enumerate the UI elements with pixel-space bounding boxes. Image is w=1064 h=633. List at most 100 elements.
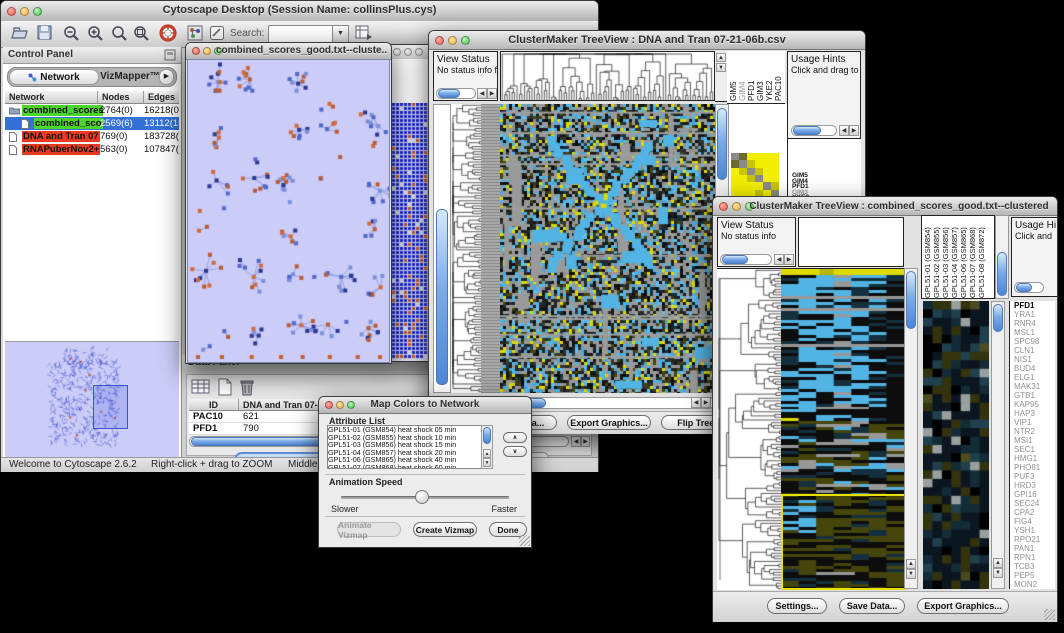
- tv2-row-dendrogram[interactable]: [717, 268, 781, 590]
- gene-label[interactable]: SEC1: [1014, 445, 1055, 454]
- matrix-cell[interactable]: [755, 153, 763, 160]
- matrix-cell[interactable]: [731, 160, 739, 167]
- scroll-down-icon[interactable]: ▼: [906, 569, 916, 579]
- col-edges[interactable]: Edges: [144, 91, 179, 104]
- scroll-right-icon[interactable]: ▶: [784, 254, 794, 265]
- table-grid-icon[interactable]: [191, 378, 211, 396]
- treeview2-titlebar[interactable]: ClusterMaker TreeView : combined_scores_…: [713, 197, 1057, 216]
- gene-label[interactable]: NTR2: [1014, 427, 1055, 436]
- tv2-labels-vscroll-thumb[interactable]: [997, 252, 1007, 296]
- gene-label[interactable]: PFD1: [1014, 301, 1055, 310]
- tv1-row-dendrogram[interactable]: [451, 104, 481, 393]
- tv2-vscrollbar[interactable]: ▲ ▼: [904, 268, 918, 589]
- matrix-cell[interactable]: [763, 160, 771, 167]
- resize-grip[interactable]: [519, 535, 530, 546]
- settings-button[interactable]: Settings...: [767, 598, 827, 614]
- network1-canvas[interactable]: [187, 59, 390, 363]
- tv1-gene-name-strip[interactable]: [481, 104, 500, 393]
- matrix-cell[interactable]: [731, 153, 739, 160]
- matrix-cell[interactable]: [731, 175, 739, 182]
- tv2-zoom-vscrollbar[interactable]: ▲ ▼: [991, 301, 1005, 589]
- annotation-icon[interactable]: [209, 25, 225, 41]
- minimize-icon[interactable]: [732, 202, 741, 211]
- tv1-vscroll-thumb[interactable]: [717, 108, 727, 180]
- matrix-cell[interactable]: [739, 153, 747, 160]
- matrix-cell[interactable]: [771, 175, 779, 182]
- create-vizmap-button[interactable]: Create Vizmap: [413, 522, 477, 537]
- gene-label[interactable]: GPI16: [1014, 490, 1055, 499]
- search-input[interactable]: [268, 25, 334, 43]
- gene-label[interactable]: HAP3: [1014, 409, 1055, 418]
- save-data-button[interactable]: Save Data...: [839, 598, 905, 614]
- scroll-left-icon[interactable]: ◀: [839, 125, 849, 136]
- gene-label[interactable]: MSI1: [1014, 436, 1055, 445]
- tv2-hints-hscroll-thumb[interactable]: [1016, 283, 1032, 292]
- zoom-in-icon[interactable]: [87, 25, 104, 42]
- move-up-button[interactable]: ∧: [503, 432, 527, 443]
- gene-label[interactable]: HMG1: [1014, 454, 1055, 463]
- gene-label[interactable]: CPA2: [1014, 508, 1055, 517]
- matrix-cell[interactable]: [755, 168, 763, 175]
- gene-label[interactable]: VIP1: [1014, 418, 1055, 427]
- network-table-row[interactable]: RNAPuberNov2+563(0)107847(0): [5, 143, 179, 156]
- matrix-cell[interactable]: [747, 153, 755, 160]
- gene-label[interactable]: GTB1: [1014, 391, 1055, 400]
- gene-label[interactable]: SPC98: [1014, 337, 1055, 346]
- network-table-row[interactable]: combined_scores2764(0)16218(0): [5, 104, 179, 117]
- scroll-left-icon[interactable]: ◀: [477, 88, 487, 99]
- close-icon[interactable]: [393, 48, 401, 56]
- scroll-left-icon[interactable]: ◀: [774, 254, 784, 265]
- gene-label[interactable]: CLN1: [1014, 346, 1055, 355]
- gene-label[interactable]: MAK31: [1014, 382, 1055, 391]
- scroll-right-icon[interactable]: ▶: [701, 397, 711, 408]
- minimize-icon[interactable]: [203, 47, 211, 55]
- tv1-column-dendrogram[interactable]: [500, 51, 715, 101]
- zoom-selected-icon[interactable]: [133, 25, 150, 42]
- resize-grip[interactable]: [1044, 609, 1055, 620]
- attribute-list-vscrollbar[interactable]: ▲ ▼: [481, 425, 493, 469]
- export-graphics-button[interactable]: Export Graphics...: [567, 415, 651, 430]
- scroll-left-icon[interactable]: ◀: [571, 436, 581, 447]
- gene-label[interactable]: KAP95: [1014, 400, 1055, 409]
- col-network[interactable]: Network: [5, 91, 98, 104]
- gene-label[interactable]: HRD3: [1014, 481, 1055, 490]
- matrix-cell[interactable]: [731, 168, 739, 175]
- tv2-vscroll-thumb[interactable]: [906, 271, 916, 329]
- scroll-down-icon[interactable]: ▼: [483, 458, 491, 467]
- save-icon[interactable]: [37, 25, 53, 41]
- tv1-correlation-matrix[interactable]: [731, 153, 779, 197]
- matrix-cell[interactable]: [771, 168, 779, 175]
- scroll-up-icon[interactable]: ▲: [483, 449, 491, 458]
- import-table-icon[interactable]: [355, 24, 373, 41]
- zoom-fit-icon[interactable]: [111, 25, 128, 42]
- matrix-cell[interactable]: [755, 182, 763, 189]
- tv1-column-labels[interactable]: GIM5GIM4PFD1GIM3YKE2PAC10: [727, 51, 785, 104]
- close-icon[interactable]: [719, 202, 728, 211]
- scroll-right-icon[interactable]: ▶: [581, 436, 590, 447]
- tab-overflow-icon[interactable]: ▶: [159, 69, 174, 85]
- network1-titlebar[interactable]: combined_scores_good.txt--cluste...: [186, 43, 391, 60]
- gene-label[interactable]: FIG4: [1014, 517, 1055, 526]
- matrix-cell[interactable]: [771, 160, 779, 167]
- matrix-cell[interactable]: [739, 160, 747, 167]
- zoom-out-icon[interactable]: [63, 25, 80, 42]
- matrix-cell[interactable]: [739, 182, 747, 189]
- tv2-zoom-heatmap[interactable]: [923, 301, 989, 589]
- scroll-up-icon[interactable]: ▲: [906, 559, 916, 569]
- gene-label[interactable]: MSL1: [1014, 328, 1055, 337]
- matrix-cell[interactable]: [747, 182, 755, 189]
- matrix-cell[interactable]: [763, 175, 771, 182]
- tv2-column-dendrogram[interactable]: [798, 217, 904, 267]
- scroll-down-icon[interactable]: ▼: [716, 63, 726, 72]
- gene-label[interactable]: RPO21: [1014, 535, 1055, 544]
- tv1-left-vscroll-thumb[interactable]: [436, 209, 448, 385]
- close-icon[interactable]: [192, 47, 200, 55]
- gene-label[interactable]: PEP5: [1014, 571, 1055, 580]
- scroll-up-icon[interactable]: ▲: [993, 558, 1003, 568]
- gene-label[interactable]: PHO81: [1014, 463, 1055, 472]
- birdseye-canvas[interactable]: [6, 343, 178, 463]
- matrix-cell[interactable]: [755, 175, 763, 182]
- help-icon[interactable]: [159, 24, 177, 42]
- tv2-status-hscroll-thumb[interactable]: [722, 255, 748, 264]
- tv2-labels-vscrollbar[interactable]: [995, 215, 1009, 299]
